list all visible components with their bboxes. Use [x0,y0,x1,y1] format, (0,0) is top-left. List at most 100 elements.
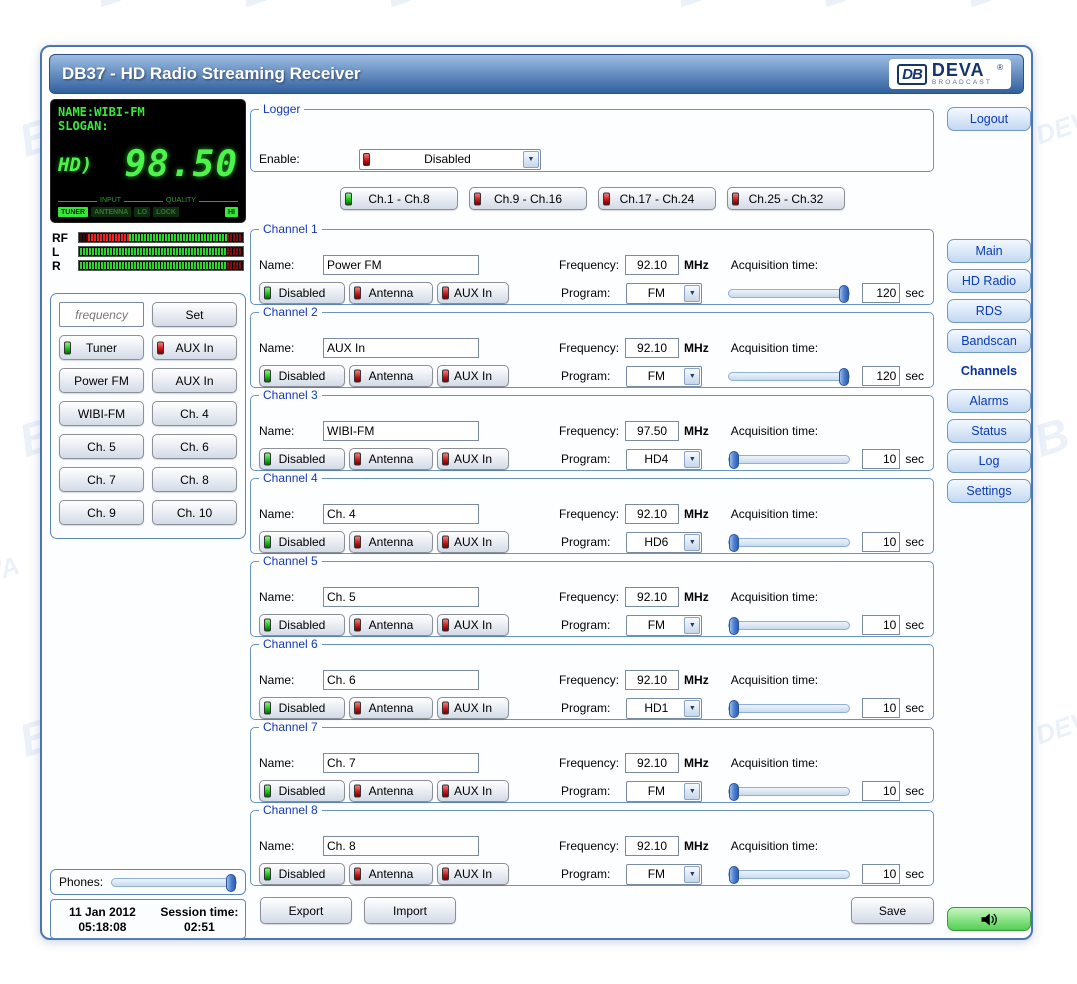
channel-antenna-button[interactable]: Antenna [349,697,433,719]
program-select[interactable]: HD6 ▼ [626,531,703,553]
channel-frequency-input[interactable] [625,337,680,358]
acquisition-time-slider[interactable] [728,450,851,469]
preset-button-ch8[interactable]: Ch. 8 [152,467,237,492]
audio-output-button[interactable] [947,907,1031,931]
phones-volume-slider[interactable] [111,873,237,892]
acquisition-time-input[interactable] [862,532,901,552]
program-select[interactable]: FM ▼ [626,614,703,636]
nav-item-settings[interactable]: Settings [947,479,1031,503]
channel-antenna-button[interactable]: Antenna [349,614,433,636]
slider-thumb[interactable] [729,450,740,469]
preset-button-power-fm[interactable]: Power FM [59,368,144,393]
import-button[interactable]: Import [364,897,456,924]
slider-thumb[interactable] [839,284,850,303]
preset-button-ch4[interactable]: Ch. 4 [152,401,237,426]
channel-name-input[interactable] [323,420,479,441]
preset-button-ch10[interactable]: Ch. 10 [152,500,237,525]
aux-in-button[interactable]: AUX In [152,335,237,360]
export-button[interactable]: Export [260,897,352,924]
channel-aux-in-button[interactable]: AUX In [437,448,509,470]
acquisition-time-input[interactable] [862,283,901,303]
channel-aux-in-button[interactable]: AUX In [437,365,509,387]
nav-item-bandscan[interactable]: Bandscan [947,329,1031,353]
program-select[interactable]: HD1 ▼ [626,697,703,719]
program-select[interactable]: FM ▼ [626,282,703,304]
channel-frequency-input[interactable] [625,503,680,524]
channel-disabled-button[interactable]: Disabled [259,365,345,387]
program-select[interactable]: FM ▼ [626,365,703,387]
acquisition-time-slider[interactable] [728,533,851,552]
channel-name-input[interactable] [323,337,479,358]
channel-frequency-input[interactable] [625,669,680,690]
preset-button-wibi-fm[interactable]: WIBI-FM [59,401,144,426]
channel-frequency-input[interactable] [625,254,680,275]
acquisition-time-input[interactable] [862,864,901,884]
channel-antenna-button[interactable]: Antenna [349,863,433,885]
channel-aux-in-button[interactable]: AUX In [437,697,509,719]
channel-name-input[interactable] [323,254,479,275]
nav-item-hd-radio[interactable]: HD Radio [947,269,1031,293]
slider-thumb[interactable] [729,782,740,801]
slider-thumb[interactable] [729,533,740,552]
channel-frequency-input[interactable] [625,420,680,441]
program-select[interactable]: HD4 ▼ [626,448,703,470]
set-button[interactable]: Set [152,302,237,327]
acquisition-time-slider[interactable] [728,782,851,801]
channel-antenna-button[interactable]: Antenna [349,365,433,387]
logger-enable-select[interactable]: Disabled ▼ [359,148,541,170]
channel-aux-in-button[interactable]: AUX In [437,780,509,802]
channel-name-input[interactable] [323,503,479,524]
program-select[interactable]: FM ▼ [626,780,703,802]
acquisition-time-input[interactable] [862,615,901,635]
channel-disabled-button[interactable]: Disabled [259,780,345,802]
channel-disabled-button[interactable]: Disabled [259,448,345,470]
tab-ch1-ch8[interactable]: Ch.1 - Ch.8 [340,187,458,210]
channel-aux-in-button[interactable]: AUX In [437,614,509,636]
acquisition-time-slider[interactable] [728,616,851,635]
channel-disabled-button[interactable]: Disabled [259,863,345,885]
channel-disabled-button[interactable]: Disabled [259,282,345,304]
channel-antenna-button[interactable]: Antenna [349,531,433,553]
channel-frequency-input[interactable] [625,586,680,607]
channel-aux-in-button[interactable]: AUX In [437,531,509,553]
preset-button-ch5[interactable]: Ch. 5 [59,434,144,459]
save-button[interactable]: Save [851,897,934,924]
program-select[interactable]: FM ▼ [626,863,703,885]
nav-item-main[interactable]: Main [947,239,1031,263]
slider-thumb[interactable] [729,616,740,635]
preset-button-ch7[interactable]: Ch. 7 [59,467,144,492]
channel-antenna-button[interactable]: Antenna [349,780,433,802]
channel-name-input[interactable] [323,669,479,690]
channel-disabled-button[interactable]: Disabled [259,614,345,636]
acquisition-time-slider[interactable] [728,284,851,303]
channel-antenna-button[interactable]: Antenna [349,448,433,470]
slider-thumb[interactable] [226,873,236,892]
preset-button-aux-in[interactable]: AUX In [152,368,237,393]
nav-item-rds[interactable]: RDS [947,299,1031,323]
tab-ch17-ch24[interactable]: Ch.17 - Ch.24 [598,187,716,210]
channel-name-input[interactable] [323,752,479,773]
channel-aux-in-button[interactable]: AUX In [437,282,509,304]
preset-button-ch6[interactable]: Ch. 6 [152,434,237,459]
tuner-button[interactable]: Tuner [59,335,144,360]
nav-item-log[interactable]: Log [947,449,1031,473]
channel-antenna-button[interactable]: Antenna [349,282,433,304]
nav-item-status[interactable]: Status [947,419,1031,443]
nav-item-channels[interactable]: Channels [947,359,1031,383]
logout-button[interactable]: Logout [947,107,1031,131]
preset-button-ch9[interactable]: Ch. 9 [59,500,144,525]
acquisition-time-input[interactable] [862,366,901,386]
channel-name-input[interactable] [323,835,479,856]
acquisition-time-slider[interactable] [728,699,851,718]
channel-name-input[interactable] [323,586,479,607]
nav-item-alarms[interactable]: Alarms [947,389,1031,413]
frequency-entry-input[interactable] [59,302,144,327]
slider-thumb[interactable] [729,699,740,718]
acquisition-time-slider[interactable] [728,367,851,386]
acquisition-time-slider[interactable] [728,865,851,884]
tab-ch25-ch32[interactable]: Ch.25 - Ch.32 [727,187,845,210]
acquisition-time-input[interactable] [862,449,901,469]
channel-disabled-button[interactable]: Disabled [259,531,345,553]
acquisition-time-input[interactable] [862,698,901,718]
channel-frequency-input[interactable] [625,752,680,773]
